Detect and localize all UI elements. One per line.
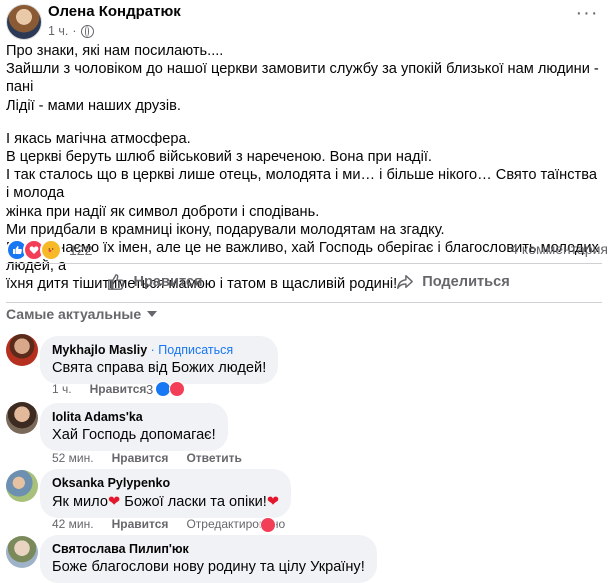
comment-author[interactable]: Iolita Adams'ka: [52, 410, 143, 424]
reactions-summary[interactable]: 122: [6, 239, 92, 261]
author-avatar[interactable]: [6, 4, 42, 40]
post-line: І так сталось що в церкві лише отець, мо…: [6, 167, 597, 202]
more-options-icon[interactable]: ···: [572, 3, 602, 30]
share-button[interactable]: Поделиться: [304, 262, 602, 302]
post-actions: Нравится Поделиться: [6, 262, 602, 302]
care-reaction-icon: [40, 239, 62, 261]
love-reaction-icon: [260, 517, 276, 533]
comment-like-button[interactable]: Нравится: [90, 382, 147, 396]
comment-like-button[interactable]: Нравится: [112, 451, 169, 465]
post-line: Зайшли з чоловіком до нашої церкви замов…: [6, 61, 599, 96]
post-line: І якась магічна атмосфера.: [6, 130, 191, 147]
sort-label: Самые актуальные: [6, 306, 142, 322]
comment-bubble: Oksanka Pylypenko Як мило❤ Божої ласки т…: [40, 469, 292, 518]
avatar[interactable]: [6, 470, 38, 502]
comments-count[interactable]: 4 комментария: [510, 241, 608, 257]
avatar[interactable]: [6, 402, 38, 434]
comment-author[interactable]: Oksanka Pylypenko: [52, 476, 170, 490]
share-label: Поделиться: [422, 274, 510, 290]
comment-author[interactable]: Святослава Пилип'юк: [52, 542, 189, 556]
reaction-count: 122: [69, 242, 93, 258]
comment-text: Хай Господь допомагає!: [52, 427, 216, 443]
post-line: Про знаки, які нам посилають....: [6, 43, 224, 59]
comment-meta: 42 мин. Нравится Отредактировано: [52, 517, 285, 531]
post-line: жінка при надії як символ доброти і спод…: [6, 203, 320, 220]
divider: [6, 302, 602, 303]
globe-icon: [80, 24, 94, 38]
comment-like-button[interactable]: Нравится: [112, 517, 169, 531]
post-line: В церкві беруть шлюб військовий з нарече…: [6, 149, 432, 166]
like-button[interactable]: Нравится: [6, 262, 304, 302]
comment-bubble: Святослава Пилип'юк Боже благослови нову…: [40, 535, 377, 583]
follow-link[interactable]: · Подписаться: [147, 343, 234, 357]
comment-text: Як мило❤ Божої ласки та опіки!❤: [52, 494, 280, 510]
share-icon: [397, 274, 414, 290]
comment-meta: 52 мин. Нравится Ответить: [52, 451, 242, 465]
comment-time[interactable]: 42 мин.: [52, 517, 94, 531]
post-time[interactable]: 1 ч.: [48, 24, 68, 38]
caret-down-icon: [147, 311, 158, 317]
comment-time[interactable]: 52 мин.: [52, 451, 94, 465]
avatar[interactable]: [6, 536, 38, 568]
comment-author[interactable]: Mykhajlo Masliy: [52, 343, 147, 357]
post-meta: 1 ч. ·: [48, 24, 94, 38]
comment-reaction-count: 3: [146, 381, 154, 397]
comment-meta: 1 ч. Нравится: [52, 382, 146, 396]
love-reaction-icon: [169, 381, 186, 397]
heart-icon: ❤: [107, 494, 121, 510]
comment-sort-dropdown[interactable]: Самые актуальные: [6, 306, 158, 322]
post-line: Ми придбали в крамниці ікону, подарували…: [6, 221, 445, 238]
heart-icon: ❤: [266, 494, 280, 510]
comment-text: Свята справа від Божих людей!: [52, 360, 267, 376]
thumbs-up-icon: [108, 274, 125, 290]
comment-time[interactable]: 1 ч.: [52, 382, 72, 396]
comment-text: Боже благослови нову родину та цілу Укра…: [52, 559, 365, 575]
comment-bubble: Mykhajlo Masliy · Подписаться Свята спра…: [40, 336, 279, 384]
avatar[interactable]: [6, 334, 38, 366]
like-label: Нравится: [133, 274, 203, 290]
post-author[interactable]: Олена Кондратюк: [48, 3, 181, 20]
comment-bubble: Iolita Adams'ka Хай Господь допомагає!: [40, 403, 228, 451]
comment-reactions[interactable]: 3: [146, 381, 186, 397]
post-line: Лідії - мами наших друзів.: [6, 97, 181, 114]
comment-reply-button[interactable]: Ответить: [186, 451, 241, 465]
